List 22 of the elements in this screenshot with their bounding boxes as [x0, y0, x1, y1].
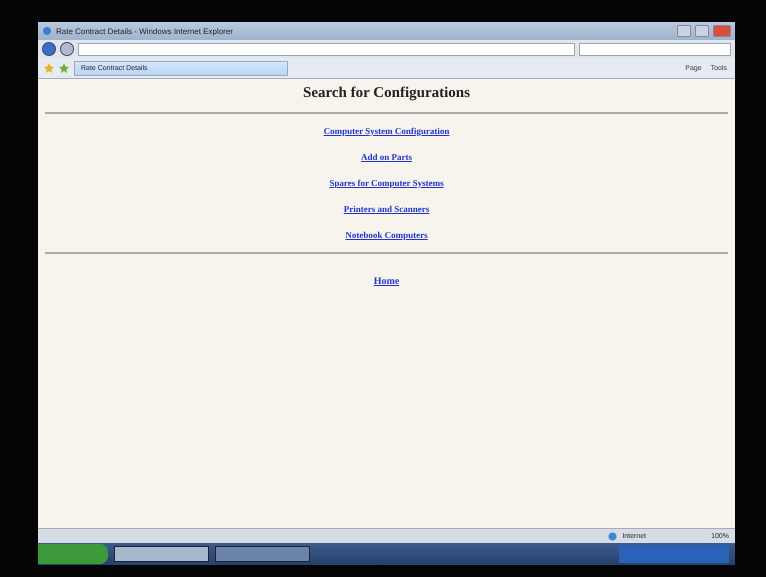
close-button[interactable] — [713, 25, 731, 37]
minimize-button[interactable] — [677, 25, 691, 37]
taskbar-button[interactable] — [114, 546, 209, 562]
taskbar-button[interactable] — [215, 546, 310, 562]
start-button[interactable] — [38, 544, 108, 564]
home-link[interactable]: Home — [374, 276, 400, 287]
star-icon[interactable] — [44, 63, 54, 73]
link[interactable]: Notebook Computers — [345, 230, 428, 240]
search-field[interactable] — [579, 42, 731, 56]
maximize-button[interactable] — [695, 25, 709, 37]
back-button[interactable] — [42, 42, 56, 56]
link[interactable]: Spares for Computer Systems — [329, 178, 444, 188]
window-title: Rate Contract Details - Windows Internet Explorer — [56, 26, 233, 36]
link[interactable]: Add on Parts — [360, 152, 412, 162]
link[interactable]: Computer System Configuration — [324, 126, 450, 136]
add-favorite-icon[interactable] — [59, 63, 69, 73]
page-heading: Search for Configurations — [303, 85, 470, 102]
browser-logo-icon — [42, 26, 52, 36]
globe-icon — [608, 532, 618, 540]
address-field[interactable] — [78, 42, 575, 56]
forward-button[interactable] — [60, 42, 74, 56]
link[interactable]: Printers and Scanners — [344, 204, 430, 214]
